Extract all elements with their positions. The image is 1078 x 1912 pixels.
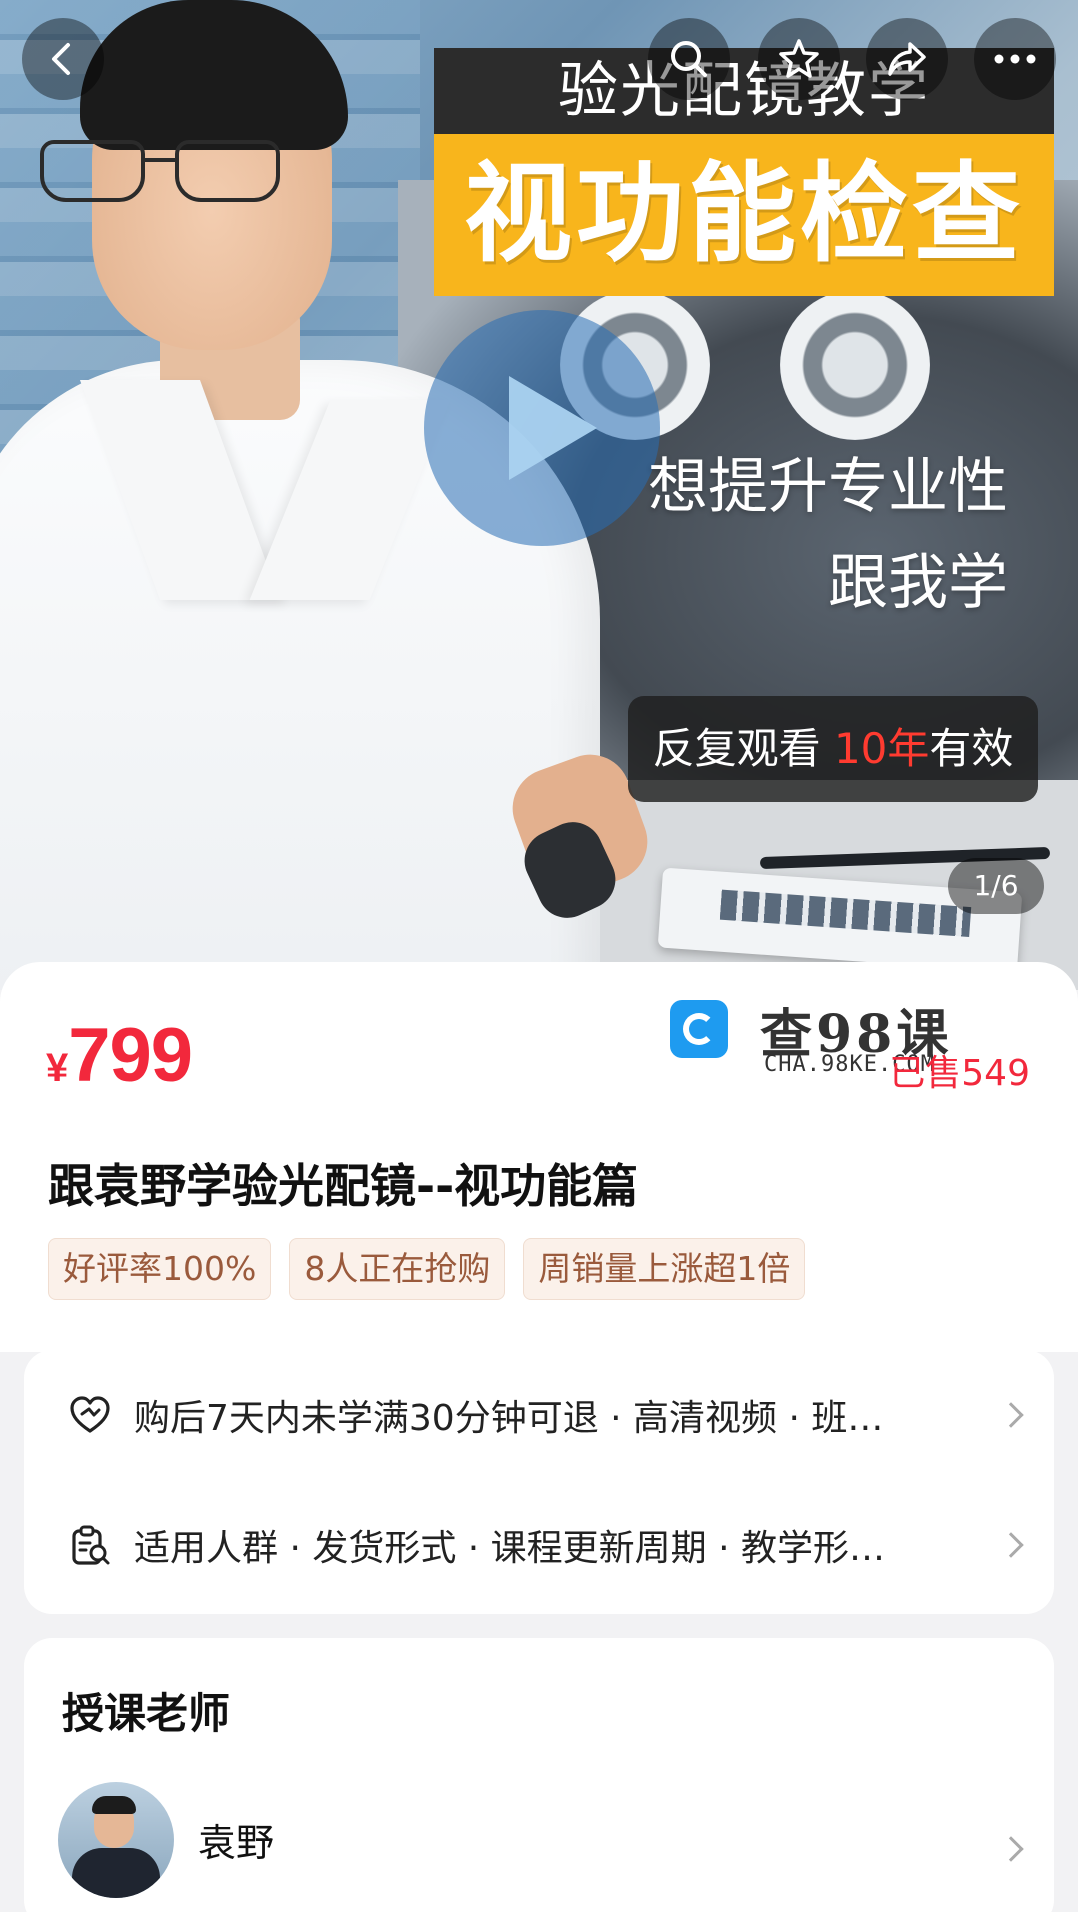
cover-slogan-line1: 想提升专业性 bbox=[648, 452, 1008, 522]
back-icon bbox=[52, 43, 70, 75]
course-details-row[interactable]: 适用人群 · 发货形式 · 课程更新周期 · 教学形… bbox=[24, 1480, 1054, 1610]
teacher-section-heading: 授课老师 bbox=[62, 1689, 231, 1738]
tag-rating: 好评率100% bbox=[48, 1238, 272, 1300]
more-button[interactable] bbox=[974, 18, 1056, 100]
price-value: 799 bbox=[68, 1013, 193, 1098]
teacher-card: 授课老师 袁野 bbox=[24, 1638, 1054, 1912]
favorite-icon bbox=[779, 39, 819, 78]
search-icon bbox=[671, 41, 707, 77]
replay-suffix: 有效 bbox=[929, 724, 1014, 773]
replay-prefix: 反复观看 bbox=[652, 724, 834, 773]
cover-title-main: 视功能检查 bbox=[434, 134, 1054, 296]
tag-buyers: 8人正在抢购 bbox=[289, 1238, 506, 1300]
course-title: 跟袁野学验光配镜--视功能篇 bbox=[48, 1159, 639, 1213]
more-icon bbox=[994, 54, 1036, 64]
play-icon bbox=[509, 376, 597, 480]
currency-symbol: ¥ bbox=[46, 1046, 69, 1090]
heart-shield-icon bbox=[70, 1396, 110, 1433]
search-button[interactable] bbox=[648, 18, 730, 100]
cover-title-top: 验光配镜教学 bbox=[434, 48, 1054, 134]
replay-highlight: 10年 bbox=[833, 724, 930, 773]
share-button[interactable] bbox=[866, 18, 948, 100]
service-info-card: 购后7天内未学满30分钟可退 · 高清视频 · 班… 适用人群 · 发货形式 ·… bbox=[24, 1350, 1054, 1614]
refund-policy-text: 购后7天内未学满30分钟可退 · 高清视频 · 班… bbox=[134, 1398, 884, 1439]
clipboard-search-icon bbox=[72, 1525, 110, 1565]
sold-count: 已售549 bbox=[889, 1053, 1030, 1094]
refund-policy-row[interactable]: 购后7天内未学满30分钟可退 · 高清视频 · 班… bbox=[24, 1350, 1054, 1480]
cover-slogan-line2: 跟我学 bbox=[828, 548, 1008, 618]
replay-validity-badge: 反复观看 10年有效 bbox=[628, 696, 1038, 802]
tag-list: 好评率100% 8人正在抢购 周销量上涨超1倍 bbox=[48, 1238, 806, 1300]
chevron-right-icon bbox=[998, 1402, 1024, 1428]
image-pager: 1/6 bbox=[948, 858, 1044, 914]
tag-sales-growth: 周销量上涨超1倍 bbox=[523, 1238, 806, 1300]
back-button[interactable] bbox=[22, 18, 104, 100]
course-details-text: 适用人群 · 发货形式 · 课程更新周期 · 教学形… bbox=[134, 1528, 885, 1569]
price: ¥799 bbox=[46, 1012, 193, 1099]
phoropter-lens-right bbox=[780, 290, 930, 440]
share-icon bbox=[888, 42, 926, 76]
teacher-avatar[interactable] bbox=[58, 1782, 174, 1898]
watermark-logo-icon bbox=[670, 1000, 728, 1058]
chevron-right-icon[interactable] bbox=[998, 1836, 1024, 1862]
chevron-right-icon bbox=[998, 1532, 1024, 1558]
teacher-name[interactable]: 袁野 bbox=[198, 1812, 274, 1867]
play-button[interactable] bbox=[424, 310, 660, 546]
course-cover-image[interactable]: 验光配镜教学 视功能检查 想提升专业性 跟我学 反复观看 10年有效 1/6 bbox=[0, 0, 1078, 990]
favorite-button[interactable] bbox=[758, 18, 840, 100]
